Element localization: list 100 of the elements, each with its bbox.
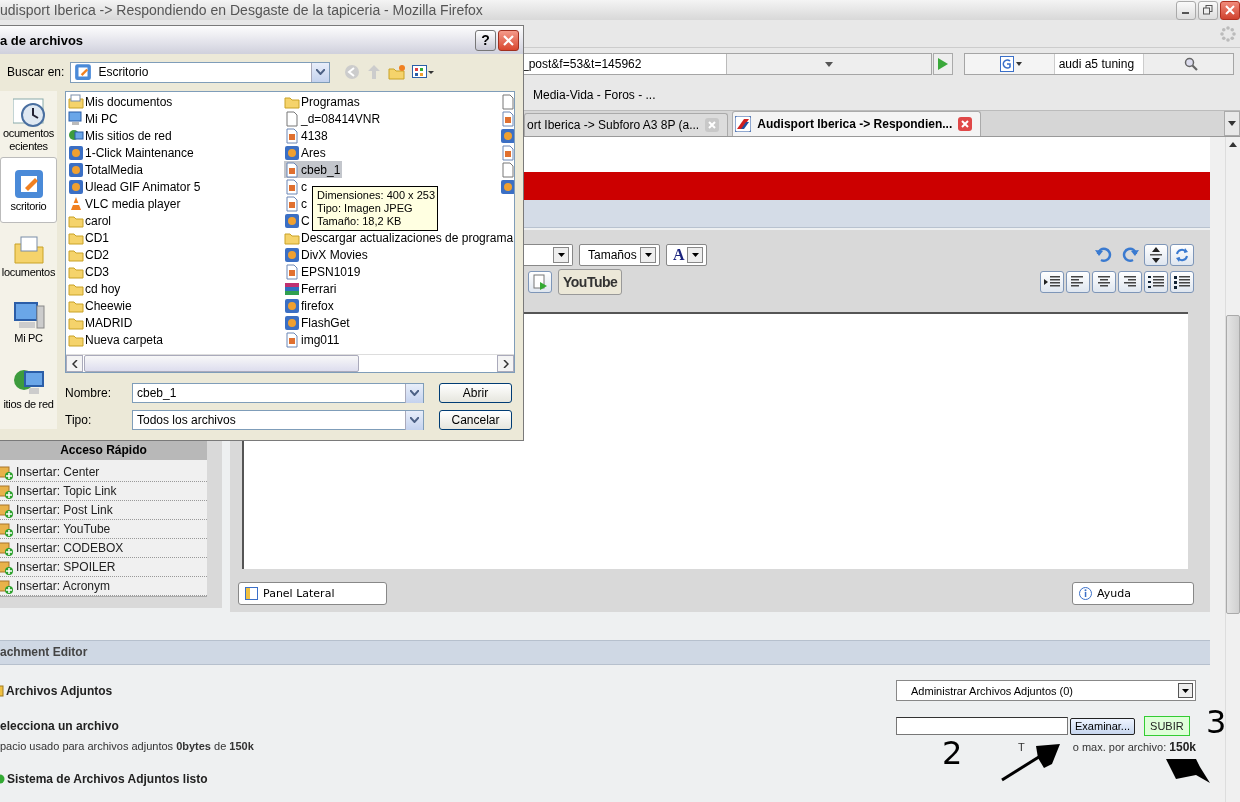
file-item[interactable]: cbeb_1 — [284, 161, 343, 178]
file-item[interactable]: cd hoy — [68, 280, 123, 297]
dropdown-button[interactable] — [687, 247, 703, 263]
file-item[interactable]: C — [284, 212, 312, 229]
align-left-button[interactable] — [1066, 271, 1090, 293]
file-name-field[interactable]: cbeb_1 — [132, 383, 424, 403]
file-item[interactable]: TotalMedia — [68, 161, 146, 178]
file-list[interactable] — [65, 91, 515, 373]
go-button[interactable] — [933, 53, 953, 75]
open-button[interactable]: Abrir — [439, 383, 512, 403]
dropdown-arrow-icon — [691, 253, 699, 257]
help-button[interactable]: ? — [475, 29, 496, 51]
quick-access-item[interactable]: Insertar: Post Link — [0, 501, 207, 520]
scroll-left-button[interactable] — [66, 355, 83, 372]
browser-tab[interactable]: ort Iberica -> Subforo A3 8P (a... — [524, 113, 729, 136]
file-item[interactable]: img011 — [284, 331, 342, 348]
upload-button[interactable]: SUBIR — [1144, 716, 1190, 736]
dropdown-button[interactable] — [640, 247, 656, 263]
field-label: Buscar en: — [7, 65, 65, 79]
section-title: Archivos Adjuntos — [6, 683, 113, 698]
side-panel-button[interactable]: Panel Lateral — [238, 582, 387, 605]
package-add-icon — [0, 464, 13, 480]
view-menu-icon[interactable] — [412, 65, 435, 79]
bullet-list-button[interactable] — [1170, 271, 1194, 293]
file-item[interactable]: Descargar actualizaciones de programa — [284, 229, 514, 246]
file-item[interactable]: EPSN1019 — [284, 263, 363, 280]
image-file-icon — [284, 195, 300, 212]
quick-access-item[interactable]: Insertar: Topic Link — [0, 482, 207, 501]
file-type-select[interactable]: Todos los archivos — [132, 410, 424, 430]
file-path-field[interactable] — [896, 717, 1068, 735]
file-item[interactable]: Nueva carpeta — [68, 331, 166, 348]
file-item[interactable]: Programas — [284, 93, 362, 110]
align-right-button[interactable] — [1118, 271, 1142, 293]
file-item[interactable]: Ares — [284, 144, 328, 161]
field-label: Tipo: — [65, 413, 93, 427]
media-button[interactable] — [528, 271, 552, 293]
places-item[interactable]: Mi PC — [0, 289, 57, 355]
quick-access-item[interactable]: Insertar: Center — [0, 463, 207, 482]
close-tab-button[interactable] — [958, 117, 973, 131]
file-item[interactable]: Mi PC — [68, 110, 120, 127]
file-item[interactable]: MADRID — [68, 314, 135, 331]
bookmark-link[interactable]: Media-Vida - Foros - ... — [533, 88, 656, 102]
quick-access-item[interactable]: Insertar: Acronym — [0, 577, 207, 596]
file-item[interactable]: DivX Movies — [284, 246, 370, 263]
search-button[interactable] — [1143, 54, 1233, 74]
numbered-list-button[interactable] — [1144, 271, 1168, 293]
color-select[interactable]: A — [666, 244, 707, 266]
dropdown-button[interactable] — [1178, 683, 1193, 698]
file-item[interactable]: c — [284, 178, 309, 195]
cancel-button[interactable]: Cancelar — [439, 410, 512, 430]
resize-button[interactable] — [1144, 244, 1168, 266]
restore-button[interactable] — [1198, 0, 1218, 20]
quick-access-item[interactable]: Insertar: CODEBOX — [0, 539, 207, 558]
file-item[interactable]: FlashGet — [284, 314, 352, 331]
browse-button[interactable]: Examinar... — [1070, 717, 1136, 735]
field-label: elecciona un archivo — [0, 719, 119, 733]
scroll-up-icon[interactable] — [1229, 141, 1237, 147]
size-select[interactable]: Tamaños — [579, 244, 660, 266]
scroll-right-button[interactable] — [497, 355, 514, 372]
help-button[interactable]: Ayuda — [1072, 582, 1194, 605]
quick-access-item[interactable]: Insertar: SPOILER — [0, 558, 207, 577]
file-item[interactable]: CD1 — [68, 229, 111, 246]
outdent-button[interactable] — [1040, 271, 1064, 293]
restore-icon — [1203, 5, 1213, 15]
youtube-button[interactable]: YouTube — [558, 269, 623, 295]
file-item[interactable]: Mis sitios de red — [68, 127, 174, 144]
file-item[interactable]: VLC media player — [68, 195, 183, 212]
file-item[interactable]: CD3 — [68, 263, 111, 280]
file-item[interactable]: c — [284, 195, 309, 212]
file-item[interactable]: Mis documentos — [68, 93, 175, 110]
places-item[interactable]: scritorio — [0, 157, 57, 223]
places-item[interactable]: ocumentos ecientes — [0, 91, 57, 157]
manage-attachments-select[interactable]: Administrar Archivos Adjuntos (0) — [896, 680, 1196, 701]
file-item[interactable]: Cheewie — [68, 297, 134, 314]
scroll-thumb[interactable] — [84, 355, 359, 372]
search-engine-button[interactable] — [965, 54, 1055, 74]
align-center-button[interactable] — [1092, 271, 1116, 293]
close-button[interactable] — [498, 29, 519, 51]
places-item[interactable]: itios de red — [0, 355, 57, 421]
quick-access-item[interactable]: Insertar: YouTube — [0, 520, 207, 539]
file-item[interactable]: carol — [68, 212, 113, 229]
file-item[interactable]: firefox — [284, 297, 336, 314]
close-button[interactable] — [1220, 0, 1240, 20]
minimize-button[interactable] — [1176, 0, 1196, 20]
search-field[interactable]: audi a5 tuning — [964, 53, 1234, 75]
dropdown-button[interactable] — [553, 247, 569, 263]
look-in-select[interactable]: Escritorio — [70, 61, 331, 83]
refresh-button[interactable] — [1170, 244, 1194, 266]
traffic-cone-icon — [68, 195, 84, 212]
tab-list-button[interactable] — [1224, 111, 1240, 136]
places-item[interactable]: locumentos — [0, 223, 57, 289]
browser-tab[interactable]: Audisport Iberica -> Respondien... — [732, 111, 982, 136]
file-item[interactable]: _d=08414VNR — [284, 110, 383, 127]
file-item[interactable]: 1-Click Maintenance — [68, 144, 196, 161]
file-item[interactable]: Ulead GIF Animator 5 — [68, 178, 203, 195]
file-item[interactable]: Ferrari — [284, 280, 339, 297]
scroll-thumb[interactable] — [1226, 315, 1240, 614]
file-item[interactable]: 4138 — [284, 127, 330, 144]
scrollbar[interactable] — [1225, 137, 1240, 802]
file-item[interactable]: CD2 — [68, 246, 111, 263]
